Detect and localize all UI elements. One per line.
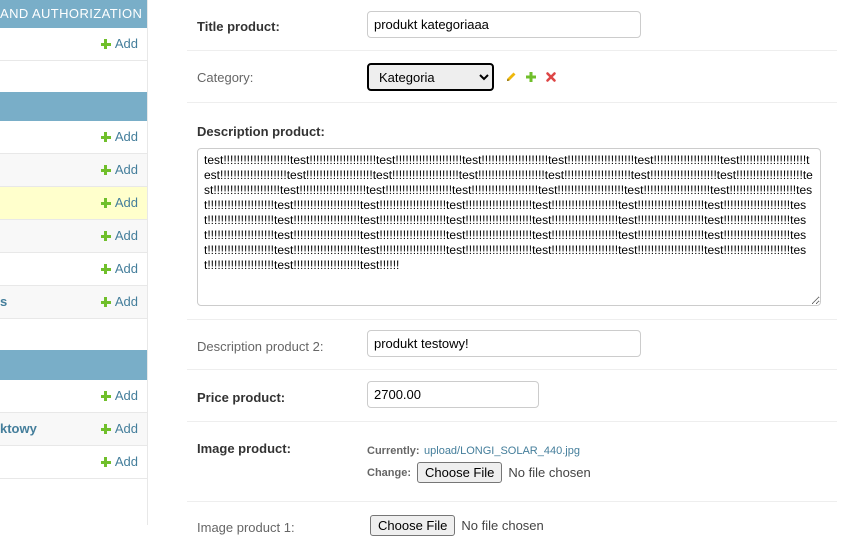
sidebar-add-link[interactable]: Add — [100, 220, 138, 252]
add-icon — [100, 391, 111, 401]
add-icon — [100, 39, 111, 49]
image-label: Image product: — [197, 441, 291, 456]
sidebar-add-link[interactable]: Add — [100, 154, 138, 186]
sidebar-model-row[interactable]: ktowy Add — [0, 413, 147, 446]
description-label: Description product: — [197, 124, 325, 139]
add-label: Add — [114, 454, 138, 469]
form-row-category: Category: Kategoria — [187, 51, 837, 103]
form-row-title: Title product: — [187, 0, 837, 51]
form-row-price: Price product: — [187, 370, 837, 422]
title-input[interactable] — [367, 11, 641, 38]
image-change: Change: Choose File No file chosen — [367, 462, 591, 483]
sidebar-add-link[interactable]: Add — [100, 253, 138, 285]
no-file-text-2: No file chosen — [461, 518, 544, 533]
add-label: Add — [114, 228, 138, 243]
sidebar-section-title: AND AUTHORIZATION — [0, 6, 143, 21]
add-related-icon[interactable] — [525, 71, 537, 83]
delete-related-icon[interactable] — [545, 71, 557, 83]
sidebar-add-link[interactable]: Add — [100, 28, 138, 60]
choose-file-button-2[interactable]: Choose File — [370, 515, 456, 536]
add-icon — [100, 165, 111, 175]
choose-file-button[interactable]: Choose File — [417, 462, 503, 483]
sidebar-model-row[interactable]: Add — [0, 28, 147, 61]
add-icon — [100, 297, 111, 307]
title-label: Title product: — [197, 19, 280, 34]
no-file-text: No file chosen — [508, 465, 591, 480]
image1-change: Choose File No file chosen — [370, 515, 544, 536]
sidebar-model-row[interactable]: Add — [0, 446, 147, 479]
add-icon — [100, 424, 111, 434]
pencil-icon[interactable] — [505, 71, 517, 83]
price-input[interactable] — [367, 381, 539, 408]
form-row-image1: Image product 1: Choose File No file cho… — [187, 502, 837, 542]
add-icon — [100, 231, 111, 241]
add-label: Add — [114, 421, 138, 436]
price-label: Price product: — [197, 390, 286, 405]
sidebar-add-link[interactable]: Add — [100, 380, 138, 412]
image1-label: Image product 1: — [197, 520, 295, 535]
change-label: Change: — [367, 466, 411, 479]
add-label: Add — [114, 388, 138, 403]
sidebar-model-row-current[interactable]: Add — [0, 187, 147, 220]
add-label: Add — [114, 36, 138, 51]
sidebar-add-link[interactable]: Add — [100, 446, 138, 478]
description2-input[interactable] — [367, 330, 641, 357]
add-label: Add — [114, 162, 138, 177]
add-icon — [100, 132, 111, 142]
form-row-image: Image product: Currently: upload/LONGI_S… — [187, 422, 837, 502]
sidebar-add-link[interactable]: Add — [100, 187, 138, 219]
current-image-link[interactable]: upload/LONGI_SOLAR_440.jpg — [424, 445, 580, 457]
sidebar-add-link[interactable]: Add — [100, 286, 138, 318]
sidebar-model-row[interactable]: Add — [0, 220, 147, 253]
description-textarea[interactable]: test!!!!!!!!!!!!!!!!!!!!test!!!!!!!!!!!!… — [197, 148, 821, 306]
add-icon — [100, 264, 111, 274]
add-label: Add — [114, 294, 138, 309]
sidebar-model-row[interactable]: Add — [0, 154, 147, 187]
description2-label: Description product 2: — [197, 339, 324, 354]
sidebar-model-row[interactable]: Add — [0, 380, 147, 413]
add-label: Add — [114, 129, 138, 144]
category-label: Category: — [197, 70, 254, 85]
sidebar-model-row[interactable]: Add — [0, 253, 147, 286]
sidebar-model-link[interactable]: ktowy — [0, 413, 37, 445]
sidebar-model-row[interactable]: s Add — [0, 286, 147, 319]
add-icon — [100, 198, 111, 208]
add-label: Add — [114, 195, 138, 210]
add-label: Add — [114, 261, 138, 276]
sidebar-section-header — [0, 350, 147, 380]
currently-label: Currently: — [367, 445, 420, 457]
image-current: Currently: upload/LONGI_SOLAR_440.jpg — [367, 441, 580, 459]
add-icon — [100, 457, 111, 467]
sidebar-model-row[interactable]: Add — [0, 121, 147, 154]
sidebar-section-header — [0, 92, 147, 121]
sidebar-add-link[interactable]: Add — [100, 413, 138, 445]
form-row-description2: Description product 2: — [187, 320, 837, 370]
sidebar-section-header-auth: AND AUTHORIZATION — [0, 0, 147, 28]
sidebar-model-link[interactable]: s — [0, 286, 7, 318]
sidebar-add-link[interactable]: Add — [100, 121, 138, 153]
category-select[interactable]: Kategoria — [367, 63, 494, 91]
sidebar: AND AUTHORIZATION Add Add Add Add Add Ad… — [0, 0, 148, 525]
change-form: Title product: Category: Kategoria Descr… — [187, 0, 837, 536]
